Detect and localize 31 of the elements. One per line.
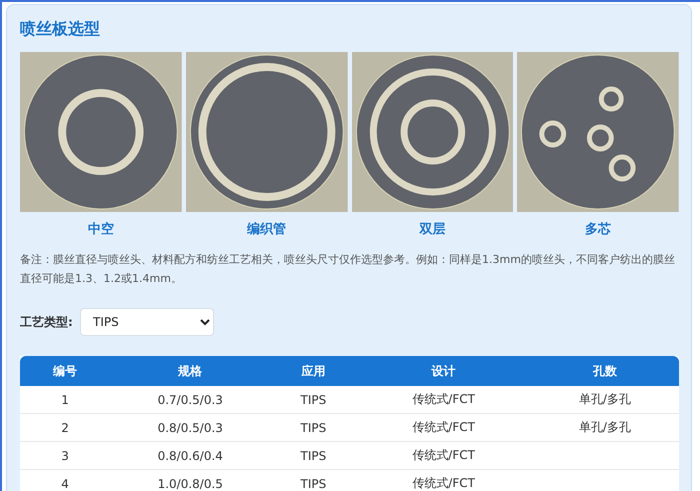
column-header: 设计: [356, 356, 531, 386]
table-cell: 传统式/FCT: [412, 392, 475, 406]
table-cell: 4: [61, 476, 69, 490]
column-header: 应用: [270, 356, 356, 386]
table-cell: 1: [61, 392, 69, 406]
sample-label: 编织管: [247, 222, 286, 238]
table-cell: TIPS: [300, 392, 326, 406]
note-text: 备注：膜丝直径与喷丝头、材料配方和纺丝工艺相关，喷丝头尺寸仅作选型参考。例如：同样是1.3mm的喷丝头，不同客户纺出的膜丝直径可能是1.3、1.2或1.4mm。: [20, 252, 676, 287]
table-cell: 0.8/0.6/0.4: [158, 448, 223, 462]
table-cell: 1.0/0.8/0.5: [158, 476, 223, 490]
sample-label: 中空: [88, 222, 114, 238]
sample-label: 多芯: [585, 222, 612, 238]
table-cell: 单孔/多孔: [578, 420, 631, 434]
column-header: 孔数: [530, 356, 679, 386]
table-cell: 单孔/多孔: [578, 392, 631, 406]
table-cell: 0.8/0.5/0.3: [158, 420, 223, 434]
table-cell: 传统式/FCT: [412, 420, 475, 434]
table-cell: TIPS: [300, 420, 326, 434]
table-cell: TIPS: [300, 476, 326, 490]
sample-label: 双层: [419, 222, 446, 238]
table-cell: 0.7/0.5/0.3: [158, 392, 223, 406]
table-cell: TIPS: [300, 448, 326, 462]
process-type-label: 工艺类型:: [20, 314, 74, 330]
page-title: 喷丝板选型: [20, 19, 101, 39]
table-cell: 2: [61, 420, 69, 434]
table-cell: 传统式/FCT: [412, 448, 475, 462]
table-cell: 传统式/FCT: [412, 476, 475, 490]
column-header: 编号: [20, 356, 110, 386]
table-cell: 3: [61, 448, 69, 462]
column-header: 规格: [110, 356, 270, 386]
process-type-select[interactable]: TIPS: [80, 308, 214, 336]
